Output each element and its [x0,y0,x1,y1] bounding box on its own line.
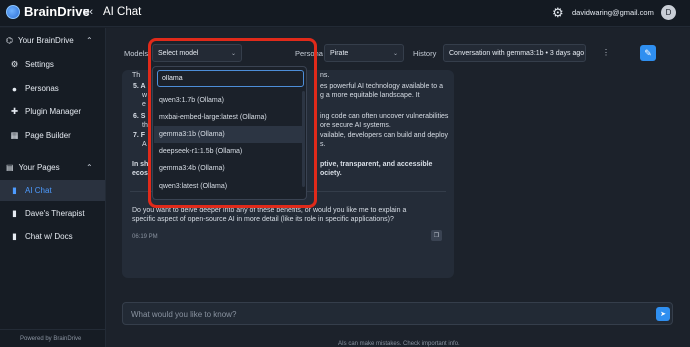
message-fragment: A [142,141,147,148]
sidebar-item-ai-chat[interactable]: ▮ AI Chat [0,180,105,201]
message-fragment: Th [132,72,141,79]
copy-icon: ❐ [433,233,440,239]
persona-select[interactable]: Pirate ⌄ [324,44,404,62]
chevron-up-icon[interactable]: ⌃ [86,36,93,45]
message-fragment: In sh [132,161,149,168]
document-icon: ▮ [12,208,17,218]
edit-icon: ✎ [644,47,652,58]
disclaimer-text: AIs can make mistakes. Check important i… [338,341,460,347]
message-fragment: g a more equitable landscape. It [320,92,420,99]
sidebar-item-personas[interactable]: ● Personas [0,78,105,99]
message-fragment: e [142,101,146,108]
message-fragment: ecos [132,170,148,177]
layout-icon: ▦ [10,130,19,140]
person-icon: ● [11,83,18,94]
message-fragment: th [142,122,148,129]
message-timestamp: 06:19 PM [132,234,158,240]
sidebar-section-label: Your Pages [18,163,60,172]
chevron-down-icon: ⌄ [392,50,398,57]
document-icon: ▮ [12,231,17,241]
message-fragment: 7. F [133,132,146,139]
sidebar-item-daves-therapist[interactable]: ▮ Dave's Therapist [0,203,105,224]
sidebar: ⌬ Your BrainDrive ⌃ ⚙ Settings ● Persona… [0,28,106,347]
message-fragment: 6. S [133,113,146,120]
history-select-value: Conversation with gemma3:1b • 3 days ago [449,49,585,57]
avatar[interactable]: D [661,5,676,20]
sidebar-item-label: Personas [25,84,59,93]
sidebar-section-label: Your BrainDrive [17,36,74,45]
message-fragment: ing code can often uncover vulnerabiliti… [320,113,449,120]
copy-button[interactable]: ❐ [431,230,442,241]
message-followup-line: Do you want to delve deeper into any of … [132,207,407,214]
message-fragment: vailable, developers can build and deplo… [320,132,449,139]
menu-collapse-icon[interactable]: ≡‹ [83,6,93,18]
page-title: AI Chat [103,6,142,18]
message-fragment: es powerful AI technology available to a [320,83,443,90]
history-select[interactable]: Conversation with gemma3:1b • 3 days ago… [443,44,586,62]
chevron-down-icon: ⌄ [574,50,580,57]
chevron-up-icon[interactable]: ⌃ [86,163,93,172]
chat-input-container: ➤ [122,302,673,325]
document-icon: ▮ [12,185,17,195]
gear-icon[interactable]: ⚙ [552,5,564,21]
sidebar-item-label: AI Chat [25,186,52,195]
puzzle-icon: ✚ [10,106,19,116]
sidebar-section-your-braindrive[interactable]: ⌬ Your BrainDrive ⌃ [6,36,93,45]
message-fragment: 5. A [133,83,146,90]
sidebar-item-settings[interactable]: ⚙ Settings [0,54,105,75]
message-fragment: ptive, transparent, and accessible [320,161,433,168]
history-label: History [413,49,437,58]
new-chat-button[interactable]: ✎ [640,45,656,61]
sidebar-item-plugin-manager[interactable]: ✚ Plugin Manager [0,101,105,122]
sidebar-item-chat-w-docs[interactable]: ▮ Chat w/ Docs [0,226,105,247]
sidebar-item-label: Settings [25,60,54,69]
sidebar-section-your-pages[interactable]: ▤ Your Pages ⌃ [6,163,93,172]
message-fragment: ociety. [320,170,342,177]
user-email: davidwaring@gmail.com [572,8,654,17]
sidebar-item-page-builder[interactable]: ▦ Page Builder [0,125,105,146]
message-followup-line: specific aspect of open-source AI in mor… [132,216,394,223]
message-fragment: w [142,92,148,99]
message-fragment: ore secure AI systems. [320,122,391,129]
logo[interactable]: BrainDrive [6,4,90,19]
chat-input[interactable] [131,307,641,321]
brain-icon: ⌬ [6,36,13,45]
gear-icon: ⚙ [10,59,19,69]
more-vertical-icon[interactable]: ⋮ [602,48,610,57]
sidebar-item-label: Dave's Therapist [25,209,85,218]
persona-select-value: Pirate [330,49,349,57]
annotation-highlight-box [148,38,317,208]
sidebar-item-label: Plugin Manager [25,107,82,116]
pages-icon: ▤ [6,163,14,172]
send-button[interactable]: ➤ [656,307,670,321]
sidebar-item-label: Chat w/ Docs [25,232,73,241]
message-fragment: ns. [320,72,330,79]
models-label: Models [124,49,149,58]
logo-text: BrainDrive [24,4,90,19]
sidebar-item-label: Page Builder [25,131,71,140]
top-header: BrainDrive ≡‹ AI Chat ⚙ davidwaring@gmai… [0,0,690,27]
send-icon: ➤ [660,311,666,318]
brain-logo-icon [6,4,20,19]
sidebar-divider [0,329,105,330]
message-fragment: s. [320,141,326,148]
powered-by: Powered by BrainDrive [20,336,82,342]
